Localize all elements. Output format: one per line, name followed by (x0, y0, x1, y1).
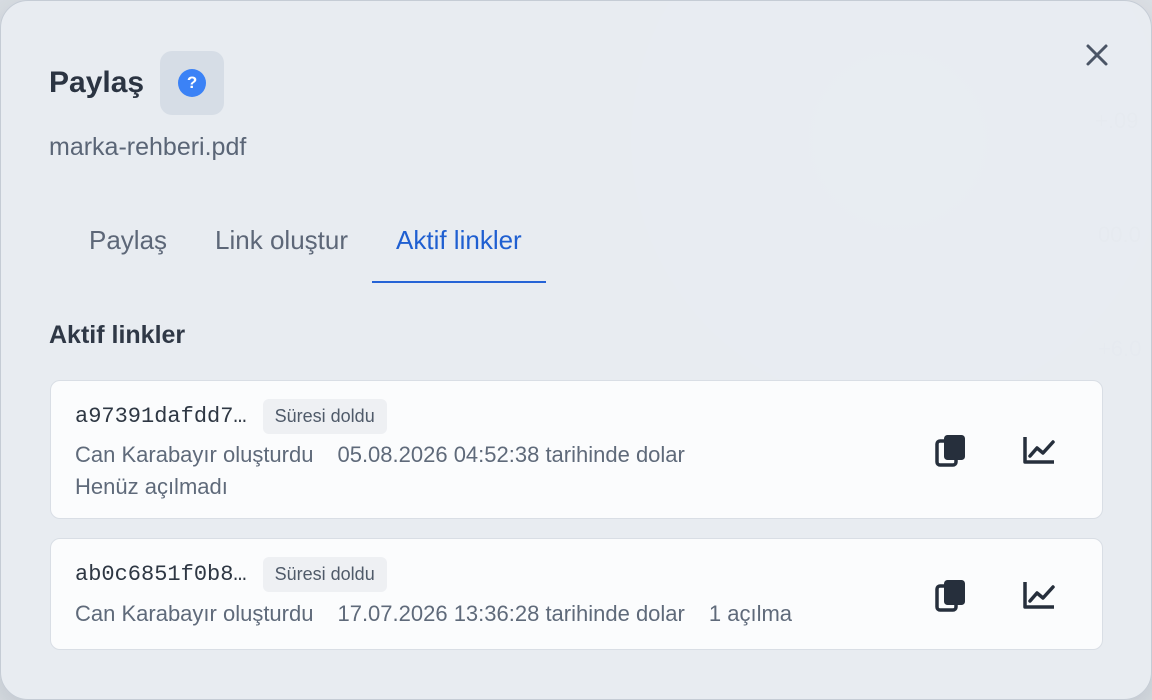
status-badge: Süresi doldu (262, 399, 387, 434)
close-icon (1086, 44, 1108, 66)
close-button[interactable] (1079, 37, 1115, 73)
tab-active-links[interactable]: Aktif linkler (372, 205, 546, 283)
link-views: 1 açılma (708, 601, 793, 626)
help-button[interactable]: ? (160, 51, 225, 115)
link-meta: Can Karabayır oluşturdu 17.07.2026 13:36… (75, 601, 792, 627)
link-stats-button[interactable] (1017, 428, 1061, 472)
tab-bar: Paylaş Link oluştur Aktif linkler (65, 205, 546, 283)
link-views: Henüz açılmadı (75, 474, 228, 499)
tab-share[interactable]: Paylaş (65, 205, 191, 283)
chart-line-icon (1023, 582, 1055, 609)
chart-line-icon (1023, 437, 1055, 464)
link-expiry: 05.08.2026 04:52:38 tarihinde dolar (337, 442, 685, 467)
link-id: ab0c6851f0b8… (75, 562, 247, 587)
link-card: ab0c6851f0b8… Süresi doldu Can Karabayır… (50, 538, 1103, 650)
dialog-title: Paylaş (49, 66, 145, 99)
copy-link-button[interactable] (929, 573, 973, 617)
share-dialog: Paylaş ? marka-rehberi.pdf Paylaş Link o… (0, 0, 1152, 700)
link-card: a97391dafdd7… Süresi doldu Can Karabayır… (50, 380, 1103, 519)
file-name: marka-rehberi.pdf (49, 133, 247, 161)
status-badge: Süresi doldu (262, 557, 387, 592)
help-icon: ? (178, 69, 207, 97)
tab-create-link[interactable]: Link oluştur (191, 205, 372, 283)
link-creator: Can Karabayır oluşturdu (75, 442, 314, 467)
link-creator: Can Karabayır oluşturdu (75, 601, 314, 626)
link-expiry: 17.07.2026 13:36:28 tarihinde dolar (337, 601, 685, 626)
link-views-row: Henüz açılmadı (75, 474, 228, 500)
copy-link-button[interactable] (929, 428, 973, 472)
link-id: a97391dafdd7… (75, 404, 247, 429)
dialog-header: Paylaş ? (49, 51, 225, 115)
copy-icon (935, 580, 965, 612)
link-header: ab0c6851f0b8… Süresi doldu (75, 557, 387, 592)
link-stats-button[interactable] (1017, 573, 1061, 617)
copy-icon (935, 435, 965, 467)
section-title: Aktif linkler (49, 321, 186, 349)
link-meta: Can Karabayır oluşturdu 05.08.2026 04:52… (75, 442, 685, 468)
link-header: a97391dafdd7… Süresi doldu (75, 399, 387, 434)
